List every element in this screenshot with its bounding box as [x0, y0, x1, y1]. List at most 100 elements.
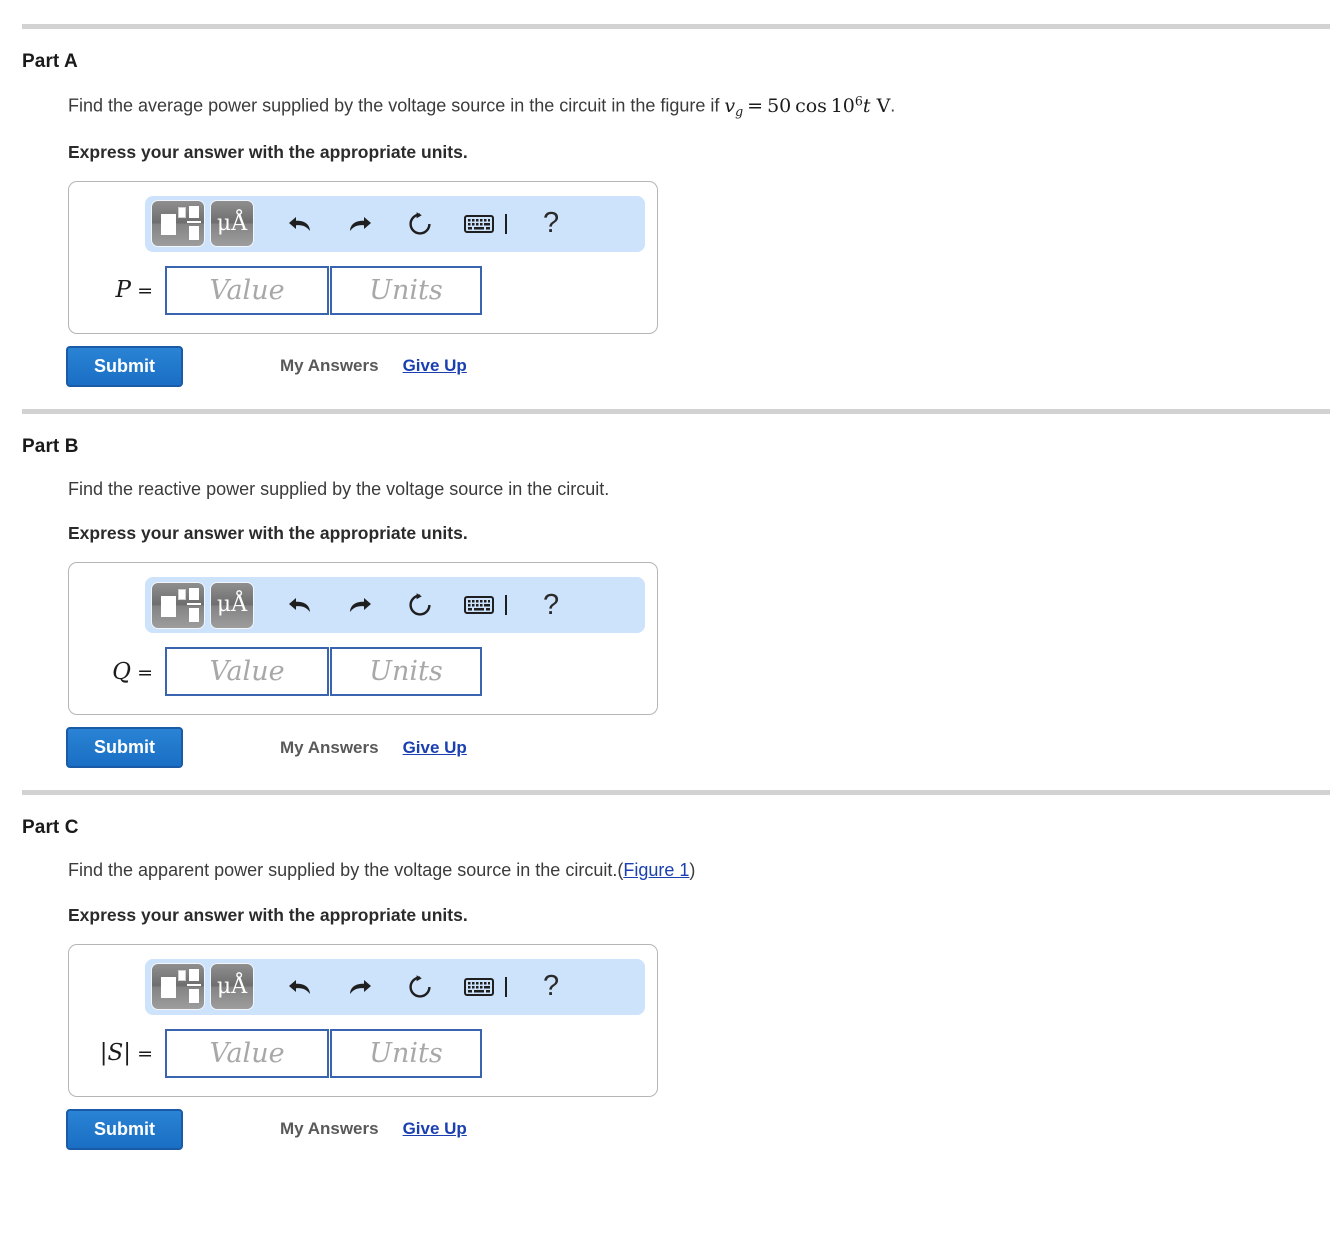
part-a-give-up-link[interactable]: Give Up [403, 356, 467, 376]
template-fraction-bar-icon [187, 221, 201, 224]
template-fraction-bar-icon [187, 984, 201, 987]
part-b-field-row: Q = Value Units [69, 647, 657, 697]
undo-icon[interactable] [287, 975, 313, 999]
part-c-title: Part C [22, 817, 79, 839]
part-b-units-input[interactable]: Units [330, 647, 482, 697]
help-icon[interactable]: ? [543, 590, 559, 620]
part-b-symbol: Q [112, 658, 132, 685]
part-a-field-row: P = Value Units [69, 265, 657, 315]
part-b-my-answers-label[interactable]: My Answers [280, 738, 379, 758]
part-b-express-instruction: Express your answer with the appropriate… [68, 523, 468, 544]
math-function: cos [795, 94, 827, 117]
template-fraction-bar-icon [187, 602, 201, 605]
part-b-answer-box: μÅ ? Q = Value Units [68, 562, 658, 716]
part-b-give-up-link[interactable]: Give Up [403, 738, 467, 758]
math-unit: V [876, 94, 891, 117]
reset-icon[interactable] [407, 592, 433, 618]
undo-icon[interactable] [287, 593, 313, 617]
part-c-give-up-link[interactable]: Give Up [403, 1119, 467, 1139]
micro-angstrom-icon: μÅ [216, 210, 248, 236]
undo-icon[interactable] [287, 212, 313, 236]
template-numerator-icon [189, 587, 199, 600]
figure-1-link[interactable]: Figure 1 [623, 860, 689, 880]
micro-angstrom-icon: μÅ [216, 592, 248, 618]
divider-top [22, 24, 1330, 29]
help-icon[interactable]: ? [543, 972, 559, 1001]
part-c-question: Find the apparent power supplied by the … [68, 859, 1338, 882]
divider-part-c [22, 790, 1330, 796]
units-button[interactable]: μÅ [210, 581, 254, 629]
math-coefficient: 50 [767, 94, 792, 117]
part-c-my-answers-label[interactable]: My Answers [280, 1119, 379, 1139]
template-denominator-icon [189, 226, 199, 241]
math-equals: = [747, 94, 764, 117]
part-c-symbol: |S| [99, 1040, 132, 1067]
math-time: t [862, 94, 871, 117]
part-a-value-input[interactable]: Value [165, 265, 329, 315]
part-a-units-input[interactable]: Units [330, 265, 482, 315]
part-a-toolbar: μÅ ? [145, 195, 645, 252]
text-caret-icon [505, 595, 507, 616]
part-b-title: Part B [22, 435, 79, 457]
math-base: 10 [830, 94, 855, 117]
redo-icon[interactable] [347, 975, 373, 999]
template-superscript-icon [178, 588, 186, 600]
problem-page: Part A Find the average power supplied b… [0, 0, 1338, 1240]
units-button[interactable]: μÅ [210, 963, 254, 1011]
keyboard-icon [464, 977, 494, 996]
part-a-express-instruction: Express your answer with the appropriate… [68, 141, 468, 162]
units-button[interactable]: μÅ [210, 200, 254, 248]
redo-icon[interactable] [347, 593, 373, 617]
part-c-express-instruction: Express your answer with the appropriate… [68, 904, 468, 925]
help-icon[interactable]: ? [543, 209, 559, 238]
part-b-answer-label: Q = [112, 658, 153, 685]
part-a-my-answers-label[interactable]: My Answers [280, 356, 379, 376]
reset-icon[interactable] [407, 211, 433, 237]
part-c-answer-box: μÅ ? |S| = Value Units [68, 943, 658, 1097]
keyboard-control[interactable] [464, 976, 507, 997]
part-a-answer-label: P = [115, 277, 153, 304]
part-c-question-suffix: ) [689, 860, 696, 881]
redo-icon[interactable] [347, 212, 373, 236]
keyboard-icon [464, 214, 494, 233]
reset-icon[interactable] [407, 974, 433, 1000]
template-superscript-icon [178, 970, 186, 982]
micro-angstrom-icon: μÅ [216, 973, 248, 999]
part-a-submit-button[interactable]: Submit [66, 345, 183, 387]
math-template-button[interactable] [151, 581, 205, 629]
part-a-submit-row: Submit My Answers Give Up [66, 345, 1338, 387]
keyboard-control[interactable] [464, 595, 507, 616]
template-numerator-icon [189, 206, 199, 219]
part-b-question: Find the reactive power supplied by the … [68, 478, 610, 499]
part-c-submit-row: Submit My Answers Give Up [66, 1108, 1338, 1150]
part-b-block: Part B Find the reactive power supplied … [0, 436, 1338, 769]
part-c-question-text: Find the apparent power supplied by the … [68, 860, 624, 881]
part-c-submit-button[interactable]: Submit [66, 1108, 183, 1150]
math-template-button[interactable] [151, 200, 205, 248]
math-subscript: g [735, 103, 744, 119]
part-c-value-input[interactable]: Value [165, 1028, 329, 1078]
part-b-submit-row: Submit My Answers Give Up [66, 727, 1338, 769]
part-c-field-row: |S| = Value Units [69, 1028, 657, 1078]
part-c-answer-label: |S| = [99, 1040, 153, 1067]
part-c-units-input[interactable]: Units [330, 1028, 482, 1078]
part-a-block: Part A Find the average power supplied b… [0, 51, 1338, 387]
part-b-spacer [0, 387, 1338, 409]
keyboard-icon [464, 596, 494, 615]
math-exponent: 6 [854, 93, 863, 108]
math-template-button[interactable] [151, 963, 205, 1011]
part-c-toolbar: μÅ ? [145, 958, 645, 1015]
part-c-block: Part C Find the apparent power supplied … [0, 817, 1338, 1150]
part-b-submit-button[interactable]: Submit [66, 727, 183, 769]
part-b-toolbar: μÅ ? [145, 577, 645, 634]
part-a-question-text: Find the average power supplied by the v… [68, 95, 725, 116]
template-box-icon [161, 595, 176, 617]
keyboard-control[interactable] [464, 213, 507, 234]
text-caret-icon [505, 213, 507, 234]
part-b-value-input[interactable]: Value [165, 647, 329, 697]
template-box-icon [161, 214, 176, 236]
template-superscript-icon [178, 207, 186, 219]
template-numerator-icon [189, 969, 199, 982]
part-a-math-expression: vg = 50 cos 106t V [724, 93, 891, 119]
part-a-title: Part A [22, 51, 78, 72]
